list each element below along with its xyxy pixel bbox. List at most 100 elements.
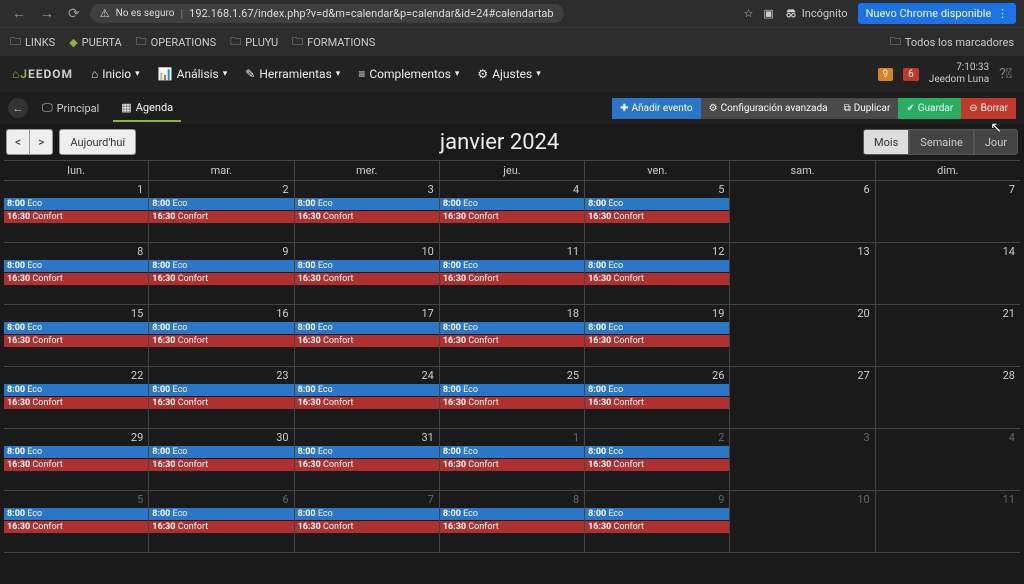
calendar-day[interactable]: 13 [730, 243, 875, 305]
bookmark-formations[interactable]: 🗀FORMATIONS [292, 33, 375, 52]
event-eco[interactable]: 8:00 Eco [295, 384, 439, 396]
star-icon[interactable]: ☆ [744, 7, 754, 20]
calendar-day[interactable]: 27 [730, 367, 875, 429]
event-confort[interactable]: 16:30 Confort [4, 459, 148, 471]
event-confort[interactable]: 16:30 Confort [585, 335, 729, 347]
event-eco[interactable]: 8:00 Eco [585, 446, 729, 458]
bookmark-puerta[interactable]: ◆PUERTA [69, 36, 121, 49]
back-button[interactable]: ← [8, 98, 28, 118]
event-eco[interactable]: 8:00 Eco [440, 446, 584, 458]
jeedom-logo[interactable]: ⌂JEEDOM [12, 67, 73, 81]
calendar-day[interactable]: 18:00 Eco16:30 Confort [440, 429, 585, 491]
notification-badge-error[interactable]: 6 [903, 68, 919, 81]
event-confort[interactable]: 16:30 Confort [585, 397, 729, 409]
calendar-day[interactable]: 6 [730, 181, 875, 243]
calendar-day[interactable]: 10 [730, 491, 875, 553]
event-confort[interactable]: 16:30 Confort [4, 521, 148, 533]
event-confort[interactable]: 16:30 Confort [440, 335, 584, 347]
calendar-day[interactable]: 20 [730, 305, 875, 367]
event-confort[interactable]: 16:30 Confort [585, 273, 729, 285]
event-eco[interactable]: 8:00 Eco [585, 384, 729, 396]
calendar-day[interactable]: 118:00 Eco16:30 Confort [440, 243, 585, 305]
calendar-day[interactable]: 248:00 Eco16:30 Confort [295, 367, 440, 429]
calendar-day[interactable]: 128:00 Eco16:30 Confort [585, 243, 730, 305]
event-eco[interactable]: 8:00 Eco [4, 198, 148, 210]
help-icon[interactable]: ?⃝ [999, 66, 1012, 82]
calendar-day[interactable]: 38:00 Eco16:30 Confort [295, 181, 440, 243]
calendar-day[interactable]: 48:00 Eco16:30 Confort [440, 181, 585, 243]
next-month-button[interactable]: > [29, 129, 53, 155]
calendar-day[interactable]: 58:00 Eco16:30 Confort [585, 181, 730, 243]
prev-month-button[interactable]: < [6, 129, 29, 155]
event-eco[interactable]: 8:00 Eco [149, 322, 293, 334]
calendar-day[interactable]: 28:00 Eco16:30 Confort [149, 181, 294, 243]
event-eco[interactable]: 8:00 Eco [4, 322, 148, 334]
calendar-day[interactable]: 3 [730, 429, 875, 491]
calendar-day[interactable]: 58:00 Eco16:30 Confort [4, 491, 149, 553]
event-confort[interactable]: 16:30 Confort [149, 397, 293, 409]
menu-settings[interactable]: ⚙Ajustes▾ [477, 67, 540, 81]
calendar-day[interactable]: 158:00 Eco16:30 Confort [4, 305, 149, 367]
event-confort[interactable]: 16:30 Confort [295, 459, 439, 471]
event-confort[interactable]: 16:30 Confort [149, 211, 293, 223]
event-confort[interactable]: 16:30 Confort [440, 397, 584, 409]
notification-badge-warn[interactable]: 9 [878, 68, 894, 81]
calendar-day[interactable]: 88:00 Eco16:30 Confort [440, 491, 585, 553]
menu-analysis[interactable]: 📊Análisis▾ [158, 67, 228, 81]
event-confort[interactable]: 16:30 Confort [585, 211, 729, 223]
event-eco[interactable]: 8:00 Eco [440, 198, 584, 210]
event-eco[interactable]: 8:00 Eco [440, 508, 584, 520]
calendar-day[interactable]: 308:00 Eco16:30 Confort [149, 429, 294, 491]
calendar-day[interactable]: 188:00 Eco16:30 Confort [440, 305, 585, 367]
event-eco[interactable]: 8:00 Eco [4, 260, 148, 272]
url-bar[interactable]: ⚠ No es seguro | 192.168.1.67/index.php?… [90, 4, 564, 23]
event-confort[interactable]: 16:30 Confort [440, 459, 584, 471]
calendar-day[interactable]: 14 [876, 243, 1020, 305]
calendar-day[interactable]: 4 [876, 429, 1020, 491]
delete-button[interactable]: ⊖Borrar [961, 98, 1016, 119]
calendar-day[interactable]: 98:00 Eco16:30 Confort [585, 491, 730, 553]
menu-tools[interactable]: ✎Herramientas▾ [245, 67, 340, 81]
nav-forward-icon[interactable]: → [36, 3, 58, 24]
calendar-day[interactable]: 108:00 Eco16:30 Confort [295, 243, 440, 305]
calendar-day[interactable]: 7 [876, 181, 1020, 243]
calendar-day[interactable]: 168:00 Eco16:30 Confort [149, 305, 294, 367]
event-confort[interactable]: 16:30 Confort [295, 521, 439, 533]
calendar-day[interactable]: 28:00 Eco16:30 Confort [585, 429, 730, 491]
view-day-button[interactable]: Jour [974, 129, 1018, 155]
event-eco[interactable]: 8:00 Eco [585, 260, 729, 272]
nav-back-icon[interactable]: ← [8, 3, 30, 24]
event-eco[interactable]: 8:00 Eco [585, 322, 729, 334]
event-confort[interactable]: 16:30 Confort [149, 335, 293, 347]
calendar-day[interactable]: 228:00 Eco16:30 Confort [4, 367, 149, 429]
calendar-day[interactable]: 98:00 Eco16:30 Confort [149, 243, 294, 305]
event-eco[interactable]: 8:00 Eco [440, 384, 584, 396]
event-confort[interactable]: 16:30 Confort [4, 211, 148, 223]
bookmark-pluyu[interactable]: 🗀PLUYU [230, 33, 278, 52]
calendar-day[interactable]: 238:00 Eco16:30 Confort [149, 367, 294, 429]
event-eco[interactable]: 8:00 Eco [4, 384, 148, 396]
event-confort[interactable]: 16:30 Confort [4, 397, 148, 409]
event-eco[interactable]: 8:00 Eco [149, 508, 293, 520]
calendar-day[interactable]: 11 [876, 491, 1020, 553]
event-eco[interactable]: 8:00 Eco [149, 260, 293, 272]
event-confort[interactable]: 16:30 Confort [4, 273, 148, 285]
event-eco[interactable]: 8:00 Eco [4, 446, 148, 458]
bookmark-links[interactable]: 🗀LINKS [10, 33, 55, 52]
tab-agenda[interactable]: ▦Agenda [113, 95, 181, 122]
chrome-update-button[interactable]: Nuevo Chrome disponible ⋮ [858, 3, 1016, 24]
menu-home[interactable]: ⌂Inicio▾ [91, 67, 140, 81]
event-eco[interactable]: 8:00 Eco [440, 322, 584, 334]
event-confort[interactable]: 16:30 Confort [295, 335, 439, 347]
event-confort[interactable]: 16:30 Confort [440, 211, 584, 223]
event-confort[interactable]: 16:30 Confort [149, 273, 293, 285]
calendar-day[interactable]: 78:00 Eco16:30 Confort [295, 491, 440, 553]
event-confort[interactable]: 16:30 Confort [585, 459, 729, 471]
event-confort[interactable]: 16:30 Confort [295, 211, 439, 223]
event-eco[interactable]: 8:00 Eco [149, 384, 293, 396]
event-confort[interactable]: 16:30 Confort [149, 459, 293, 471]
calendar-day[interactable]: 88:00 Eco16:30 Confort [4, 243, 149, 305]
event-eco[interactable]: 8:00 Eco [149, 446, 293, 458]
tab-principal[interactable]: 🖵Principal [34, 95, 107, 121]
view-week-button[interactable]: Semaine [909, 129, 974, 155]
